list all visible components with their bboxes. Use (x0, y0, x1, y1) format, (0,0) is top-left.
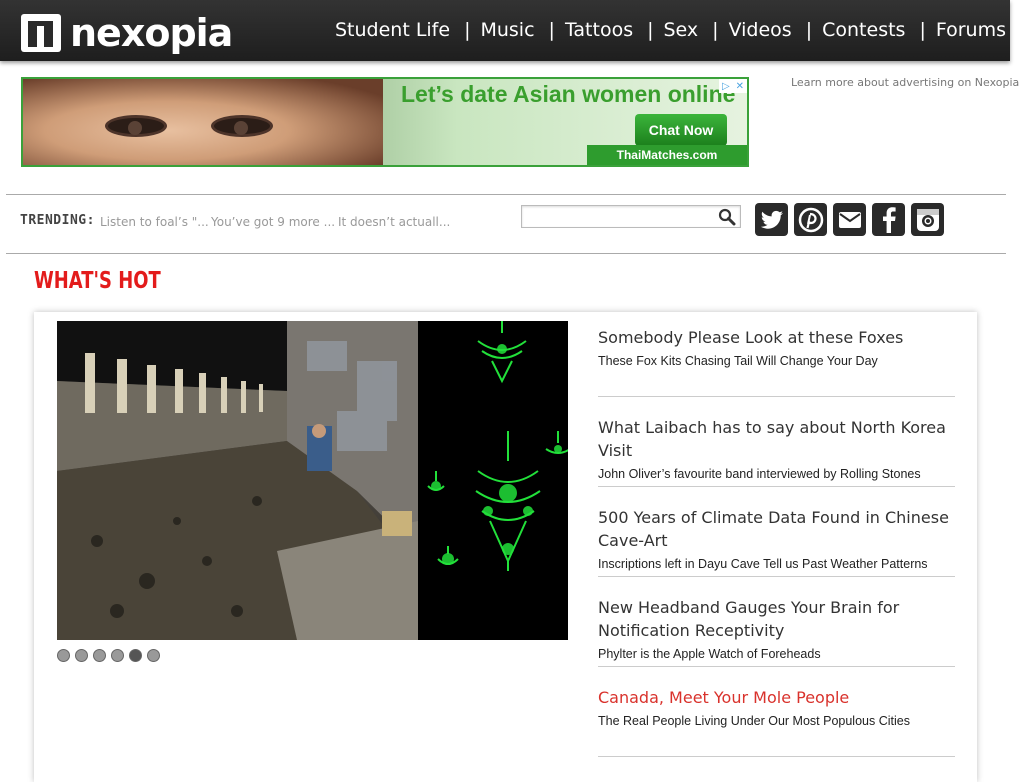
ad-info-icon[interactable]: ▷ (722, 81, 730, 92)
nav-separator: | (647, 19, 654, 41)
nav-separator: | (464, 19, 471, 41)
ad-banner[interactable]: Let’s date Asian women online Chat Now T… (21, 77, 749, 167)
story-subtitle[interactable]: These Fox Kits Chasing Tail Will Change … (598, 353, 955, 369)
story-subtitle[interactable]: John Oliver’s favourite band interviewed… (598, 466, 955, 482)
story-subtitle[interactable]: Phylter is the Apple Watch of Foreheads (598, 646, 955, 662)
nav-tattoos[interactable]: Tattoos (565, 19, 633, 41)
slide-image-chandeliers (418, 321, 568, 640)
ad-headline: Let’s date Asian women online (401, 81, 736, 107)
ad-close-button[interactable]: ▷ ✕ (719, 79, 747, 93)
divider (598, 756, 955, 757)
whats-hot-panel: Somebody Please Look at these Foxes Thes… (34, 312, 977, 782)
trending-label: TRENDING: (20, 213, 95, 228)
nav-separator: | (919, 19, 926, 41)
nav-contests[interactable]: Contests (822, 19, 905, 41)
search-input[interactable] (521, 205, 741, 228)
story-title[interactable]: Somebody Please Look at these Foxes (598, 326, 955, 349)
slide-dot[interactable] (147, 649, 160, 662)
nav-videos[interactable]: Videos (729, 19, 792, 41)
story-item[interactable]: 500 Years of Climate Data Found in Chine… (598, 506, 955, 572)
nav-student-life[interactable]: Student Life (335, 19, 450, 41)
ad-chat-now-button[interactable]: Chat Now (635, 114, 727, 146)
slide-dot[interactable] (111, 649, 124, 662)
featured-slide[interactable] (57, 321, 568, 640)
story-item[interactable]: What Laibach has to say about North Kore… (598, 416, 955, 482)
slide-dot[interactable] (93, 649, 106, 662)
story-title[interactable]: New Headband Gauges Your Brain for Notif… (598, 596, 955, 642)
slide-dot-active[interactable] (129, 649, 142, 662)
story-item[interactable]: Canada, Meet Your Mole People The Real P… (598, 686, 955, 729)
pinterest-icon[interactable] (794, 203, 827, 236)
nav-forums[interactable]: Forums (936, 19, 1006, 41)
ad-eye-left (105, 115, 167, 137)
divider (6, 194, 1006, 195)
instagram-icon[interactable] (911, 203, 944, 236)
story-title[interactable]: 500 Years of Climate Data Found in Chine… (598, 506, 955, 552)
nav-music[interactable]: Music (480, 19, 534, 41)
nav-separator: | (805, 19, 813, 41)
twitter-icon[interactable] (755, 203, 788, 236)
close-icon[interactable]: ✕ (736, 81, 744, 92)
facebook-icon[interactable] (872, 203, 905, 236)
advertising-info-link[interactable]: Learn more about advertising on Nexopia (791, 76, 1019, 89)
slide-dot[interactable] (57, 649, 70, 662)
ad-image (23, 79, 383, 165)
search-icon[interactable] (718, 208, 736, 226)
story-title[interactable]: Canada, Meet Your Mole People (598, 686, 955, 709)
nav-sex[interactable]: Sex (664, 19, 699, 41)
ad-eye-right (211, 115, 273, 137)
logo-mark-icon (21, 14, 61, 52)
divider (598, 486, 955, 487)
trending-link[interactable]: It doesn’t actuall... (338, 215, 450, 229)
section-title: WHAT'S HOT (34, 268, 161, 294)
divider (598, 396, 955, 397)
story-item[interactable]: Somebody Please Look at these Foxes Thes… (598, 326, 955, 369)
divider (6, 253, 1006, 254)
trending-link[interactable]: Listen to foal’s "... (100, 215, 209, 229)
trending-link[interactable]: You’ve got 9 more ... (211, 215, 335, 229)
story-item[interactable]: New Headband Gauges Your Brain for Notif… (598, 596, 955, 662)
site-header: nexopia Student Life | Music | Tattoos |… (0, 0, 1010, 61)
nav-separator: | (548, 19, 555, 41)
main-nav: Student Life | Music | Tattoos | Sex | V… (335, 19, 1006, 41)
divider (598, 576, 955, 577)
nav-separator: | (712, 19, 719, 41)
story-title[interactable]: What Laibach has to say about North Kore… (598, 416, 955, 462)
slide-image-tunnel (57, 321, 418, 640)
story-subtitle[interactable]: Inscriptions left in Dayu Cave Tell us P… (598, 556, 955, 572)
tunnel-illustration (57, 321, 418, 640)
divider (598, 666, 955, 667)
chandelier-illustration (427, 321, 568, 571)
ad-domain: ThaiMatches.com (587, 145, 747, 165)
slide-dot[interactable] (75, 649, 88, 662)
email-icon[interactable] (833, 203, 866, 236)
logo-text: nexopia (70, 11, 233, 55)
story-subtitle[interactable]: The Real People Living Under Our Most Po… (598, 713, 955, 729)
site-logo[interactable]: nexopia (20, 11, 233, 55)
